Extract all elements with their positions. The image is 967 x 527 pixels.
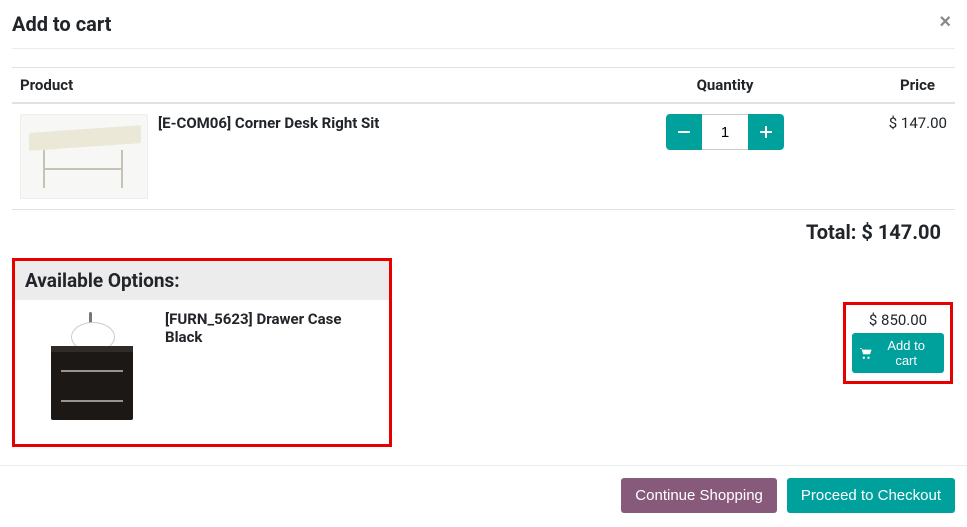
- product-name: [E-COM06] Corner Desk Right Sit: [158, 114, 379, 132]
- available-options-panel: Available Options: [FURN_5623] Drawer Ca…: [12, 258, 392, 447]
- product-image: [20, 114, 148, 199]
- cart-icon: [860, 348, 872, 359]
- option-price: $ 850.00: [852, 311, 944, 329]
- modal-footer: Continue Shopping Proceed to Checkout: [0, 465, 967, 527]
- minus-icon: [678, 126, 690, 138]
- options-header: Available Options:: [15, 261, 389, 300]
- cart-table: Product Quantity Price: [12, 67, 955, 210]
- add-to-cart-label: Add to cart: [876, 338, 936, 368]
- modal-header: Add to cart ×: [12, 12, 955, 49]
- table-row: [E-COM06] Corner Desk Right Sit: [12, 103, 955, 210]
- modal-title: Add to cart: [12, 12, 111, 36]
- qty-input[interactable]: [702, 114, 748, 150]
- close-button[interactable]: ×: [935, 12, 955, 32]
- plus-icon: [760, 126, 772, 138]
- option-price-box: $ 850.00 Add to cart: [843, 302, 953, 384]
- total-value: $ 147.00: [861, 220, 941, 244]
- option-row: [FURN_5623] Drawer Case Black: [15, 300, 389, 426]
- qty-decrease-button[interactable]: [666, 114, 702, 150]
- line-price: $ 147.00: [815, 103, 955, 210]
- col-product: Product: [12, 68, 635, 104]
- quantity-stepper: [666, 114, 784, 150]
- cart-total: Total: $ 147.00: [12, 210, 955, 250]
- option-name: [FURN_5623] Drawer Case Black: [165, 308, 379, 346]
- col-price: Price: [815, 68, 955, 104]
- continue-shopping-button[interactable]: Continue Shopping: [621, 478, 777, 513]
- col-quantity: Quantity: [635, 68, 815, 104]
- total-label: Total:: [806, 220, 856, 244]
- add-to-cart-button[interactable]: Add to cart: [852, 333, 944, 373]
- qty-increase-button[interactable]: [748, 114, 784, 150]
- proceed-checkout-button[interactable]: Proceed to Checkout: [787, 478, 955, 513]
- option-image: [33, 308, 151, 426]
